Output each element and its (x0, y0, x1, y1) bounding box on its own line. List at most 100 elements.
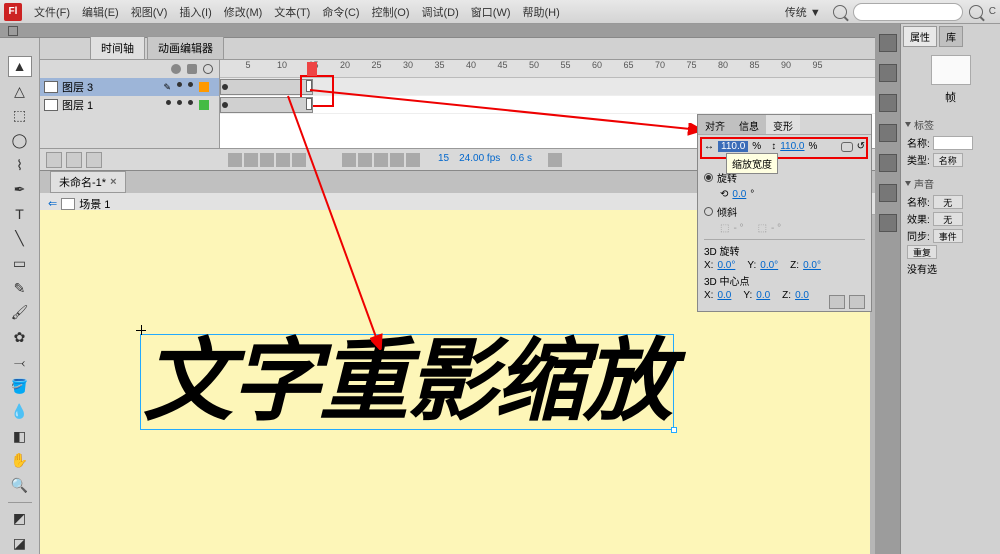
text-object-selection[interactable]: 文字重影缩放 (140, 334, 674, 430)
show-hide-icon[interactable] (171, 64, 181, 74)
pencil-tool[interactable]: ✎ (8, 278, 32, 299)
tab-align[interactable]: 对齐 (698, 115, 732, 134)
fill-color[interactable]: ◪ (8, 533, 32, 554)
scroll-options[interactable] (548, 153, 562, 167)
stroke-color[interactable]: ◩ (8, 509, 32, 530)
menu-edit[interactable]: 编辑(E) (76, 4, 125, 20)
center3d-y[interactable]: 0.0 (756, 290, 770, 301)
doc-tab[interactable]: 未命名-1*× (50, 171, 126, 193)
menu-insert[interactable]: 插入(I) (173, 4, 217, 20)
color-panel-icon[interactable] (879, 34, 897, 52)
tab-transform[interactable]: 变形 (766, 115, 800, 134)
play-button[interactable] (260, 153, 274, 167)
track-row-3[interactable] (220, 78, 875, 96)
transform-panel-icon[interactable] (879, 154, 897, 172)
library-panel-icon[interactable] (879, 184, 897, 202)
free-transform-tool[interactable]: ⬚ (8, 105, 32, 126)
loop-button[interactable] (358, 153, 372, 167)
layer-row-3[interactable]: 图层 3 ✎ (40, 78, 219, 96)
paint-bucket-tool[interactable]: 🪣 (8, 376, 32, 397)
rot3d-z[interactable]: 0.0° (803, 260, 821, 271)
tab-motion-editor[interactable]: 动画编辑器 (147, 36, 224, 59)
outline-icon[interactable] (203, 64, 213, 74)
sound-sync-select[interactable]: 事件 (933, 229, 963, 243)
line-tool[interactable]: ╲ (8, 229, 32, 250)
goto-last-button[interactable] (292, 153, 306, 167)
actions-panel-icon[interactable] (879, 214, 897, 232)
menu-debug[interactable]: 调试(D) (416, 4, 465, 20)
cs-live-label[interactable]: C (989, 6, 996, 17)
onion-outline-button[interactable] (390, 153, 404, 167)
help-search-icon[interactable] (969, 5, 983, 19)
lasso-tool[interactable]: ⌇ (8, 155, 32, 176)
subselection-tool[interactable]: △ (8, 81, 32, 102)
swatches-panel-icon[interactable] (879, 64, 897, 82)
search-input[interactable] (853, 3, 963, 21)
tab-properties[interactable]: 属性 (903, 26, 937, 47)
sound-repeat-select[interactable]: 重复 (907, 245, 937, 259)
skew-radio[interactable] (704, 207, 713, 216)
menu-control[interactable]: 控制(O) (366, 4, 416, 20)
text-tool[interactable]: T (8, 204, 32, 225)
center3d-x[interactable]: 0.0 (717, 290, 731, 301)
lock-icon[interactable] (187, 64, 197, 74)
label-section[interactable]: 标签 (914, 117, 934, 132)
edit-multi-button[interactable] (406, 153, 420, 167)
tab-timeline[interactable]: 时间轴 (90, 36, 145, 59)
goto-first-button[interactable] (228, 153, 242, 167)
center3d-z[interactable]: 0.0 (795, 290, 809, 301)
new-layer-button[interactable] (46, 152, 62, 168)
rotate-radio[interactable] (704, 173, 713, 182)
rot3d-y[interactable]: 0.0° (760, 260, 778, 271)
bone-tool[interactable]: ⤙ (8, 352, 32, 373)
menu-text[interactable]: 文本(T) (268, 4, 316, 20)
rotate-value[interactable]: 0.0 (732, 189, 746, 200)
ruler-tick: 20 (340, 60, 350, 70)
pen-tool[interactable]: ✒ (8, 179, 32, 200)
tab-info[interactable]: 信息 (732, 115, 766, 134)
align-panel-icon[interactable] (879, 94, 897, 112)
menu-view[interactable]: 视图(V) (125, 4, 174, 20)
close-icon[interactable]: × (110, 176, 116, 188)
onion-skin-button[interactable] (374, 153, 388, 167)
center-frame-button[interactable] (342, 153, 356, 167)
brush-tool[interactable]: 🖌 (8, 303, 32, 324)
sound-name-select[interactable]: 无 (933, 195, 963, 209)
label-type-select[interactable]: 名称 (933, 153, 963, 167)
3d-rotation-tool[interactable]: ◯ (8, 130, 32, 151)
duplicate-transform-button[interactable] (829, 295, 845, 309)
zoom-tool[interactable]: 🔍 (8, 475, 32, 496)
sound-section[interactable]: 声音 (914, 176, 934, 191)
step-back-button[interactable] (244, 153, 258, 167)
menu-modify[interactable]: 修改(M) (218, 4, 269, 20)
deco-tool[interactable]: ✿ (8, 327, 32, 348)
eyedropper-tool[interactable]: 💧 (8, 401, 32, 422)
sound-effect-select[interactable]: 无 (933, 212, 963, 226)
tab-library[interactable]: 库 (939, 26, 963, 47)
menu-window[interactable]: 窗口(W) (465, 4, 517, 20)
label-name-input[interactable] (933, 136, 973, 150)
layer-row-1[interactable]: 图层 1 (40, 96, 219, 114)
rectangle-tool[interactable]: ▭ (8, 253, 32, 274)
reset-transform-button[interactable] (849, 295, 865, 309)
rot3d-x[interactable]: 0.0° (717, 260, 735, 271)
info-panel-icon[interactable] (879, 124, 897, 142)
shelf-collapse-icon[interactable] (8, 26, 18, 36)
back-arrow-icon[interactable]: ⇐ (48, 197, 57, 210)
delete-layer-button[interactable] (86, 152, 102, 168)
workspace-switcher[interactable]: 传统 ▼ (779, 4, 827, 20)
tools-panel: ▲ △ ⬚ ◯ ⌇ ✒ T ╲ ▭ ✎ 🖌 ✿ ⤙ 🪣 💧 ◧ ✋ 🔍 ◩ ◪ (0, 38, 40, 554)
skew-h-icon: ⬚ (720, 223, 729, 234)
menu-commands[interactable]: 命令(C) (316, 4, 365, 20)
selection-tool[interactable]: ▲ (8, 56, 32, 77)
hand-tool[interactable]: ✋ (8, 450, 32, 471)
new-folder-button[interactable] (66, 152, 82, 168)
menu-help[interactable]: 帮助(H) (517, 4, 566, 20)
resize-handle[interactable] (671, 427, 677, 433)
eraser-tool[interactable]: ◧ (8, 426, 32, 447)
transform-panel[interactable]: 对齐 信息 变形 ↔ 110.0 % ↕ 110.0 % ↺ 缩放宽度 旋转 ⟲… (697, 114, 872, 312)
playhead[interactable] (307, 62, 317, 76)
menu-file[interactable]: 文件(F) (28, 4, 76, 20)
track-row-1[interactable] (220, 96, 875, 114)
step-forward-button[interactable] (276, 153, 290, 167)
